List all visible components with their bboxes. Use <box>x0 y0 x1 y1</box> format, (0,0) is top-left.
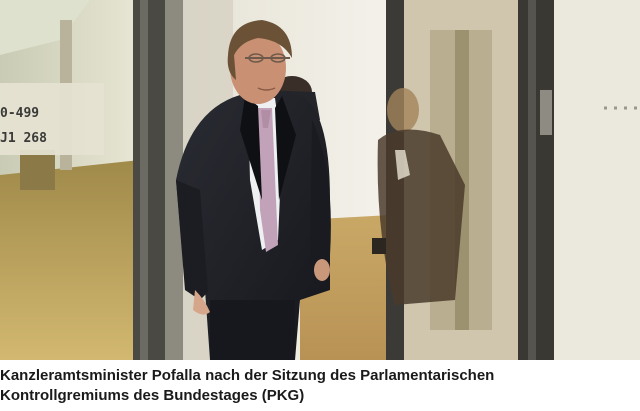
caption-line-2: Kontrollgremiums des Bundestages (PKG) <box>0 387 305 404</box>
news-photo: 0-499 J1 268 <box>0 0 640 360</box>
caption-line-1: Kanzleramtsminister Pofalla nach der Sit… <box>0 367 495 384</box>
room-sign-text-line1: 0-499 <box>0 106 40 121</box>
photo-caption: Kanzleramtsminister Pofalla nach der Sit… <box>0 366 636 406</box>
room-sign-text-line2: J1 268 <box>0 131 47 146</box>
